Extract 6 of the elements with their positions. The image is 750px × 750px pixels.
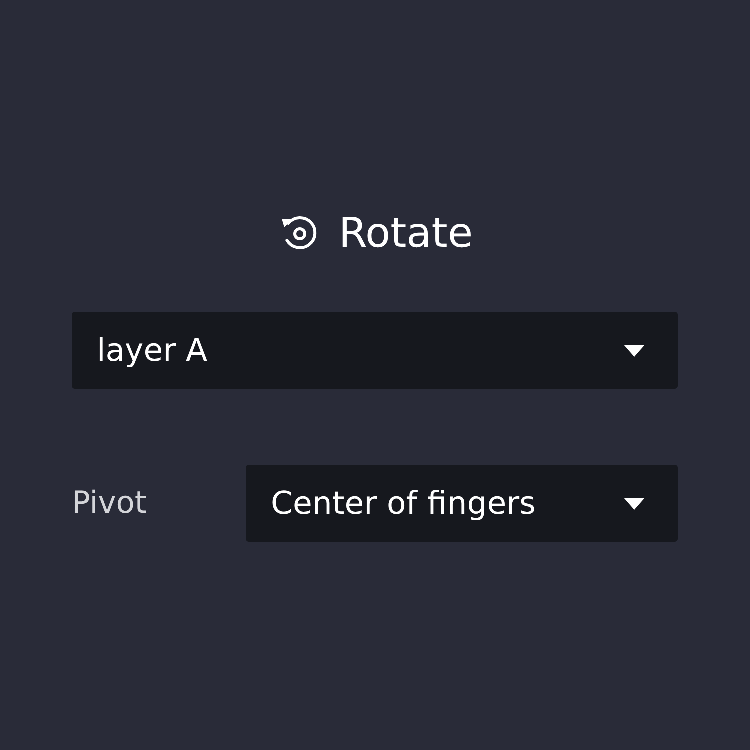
- panel-title: Rotate: [338, 208, 474, 258]
- pivot-dropdown[interactable]: Center of fingers: [246, 465, 678, 542]
- caret-icon: [624, 498, 645, 510]
- caret-icon: [624, 344, 645, 356]
- layer-dropdown[interactable]: layer A: [72, 312, 678, 389]
- pivot-label: Pivot: [72, 486, 148, 521]
